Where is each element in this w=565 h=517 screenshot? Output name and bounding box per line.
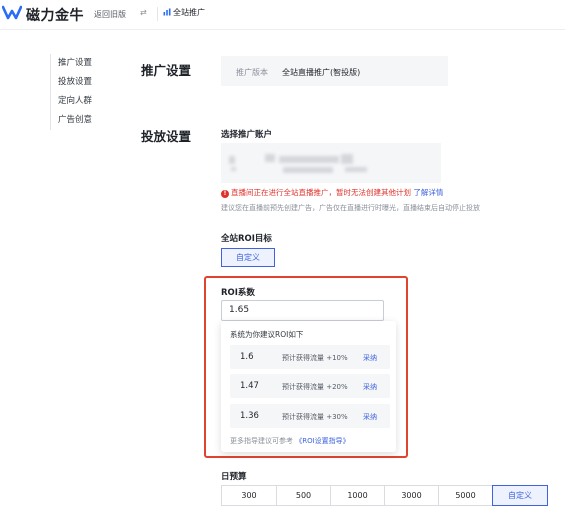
adopt-button[interactable]: 采纳 bbox=[363, 412, 377, 422]
section-title-promo-settings: 推广设置 bbox=[141, 63, 192, 78]
suggestion-desc: 预计获得流量 +30% bbox=[282, 413, 348, 421]
blurred-text bbox=[283, 167, 333, 173]
back-to-old-version-link[interactable]: 返回旧版 bbox=[94, 9, 126, 20]
section-title-delivery-settings: 投放设置 bbox=[141, 129, 192, 144]
warning-icon: ! bbox=[221, 190, 229, 198]
roi-coef-label: ROI系数 bbox=[221, 288, 255, 298]
suggestion-value: 1.36 bbox=[240, 411, 259, 421]
suggestion-title: 系统为你建议ROI如下 bbox=[230, 330, 304, 339]
hint-text: 建议您在直播前预先创建广告，广告仅在直播进行时曝光，直播结束后自动停止投放 bbox=[221, 204, 480, 212]
adopt-button[interactable]: 采纳 bbox=[363, 353, 377, 363]
warning-message: ! 直播间正在进行全站直播推广，暂时无法创建其他计划 了解详情 bbox=[221, 187, 443, 198]
roi-guide-link[interactable]: 《ROI设置指导》 bbox=[295, 437, 349, 445]
sidenav-item-creative[interactable]: 广告创意 bbox=[51, 111, 120, 130]
sidenav-item-delivery-settings[interactable]: 投放设置 bbox=[51, 73, 120, 92]
learn-more-link[interactable]: 了解详情 bbox=[413, 188, 443, 197]
suggestion-desc: 预计获得流量 +10% bbox=[282, 354, 348, 362]
suggestion-row: 1.36 预计获得流量 +30% 采纳 bbox=[230, 404, 390, 428]
divider bbox=[157, 7, 158, 21]
budget-option-500[interactable]: 500 bbox=[276, 485, 331, 506]
logo-icon bbox=[2, 5, 22, 20]
budget-option-1000[interactable]: 1000 bbox=[330, 485, 385, 506]
budget-option-custom[interactable]: 自定义 bbox=[492, 485, 548, 506]
blurred-text bbox=[231, 167, 236, 171]
blurred-text bbox=[341, 154, 353, 164]
roi-goal-label: 全站ROI目标 bbox=[221, 234, 272, 244]
blurred-text bbox=[265, 154, 275, 162]
swap-icon[interactable]: ⇄ bbox=[140, 8, 147, 17]
suggestion-row: 1.47 预计获得流量 +20% 采纳 bbox=[230, 374, 390, 398]
account-selector[interactable] bbox=[221, 143, 441, 183]
blurred-text bbox=[279, 156, 339, 163]
roi-goal-custom-button[interactable]: 自定义 bbox=[221, 248, 275, 267]
warning-text: 直播间正在进行全站直播推广，暂时无法创建其他计划 bbox=[231, 188, 411, 197]
budget-option-300[interactable]: 300 bbox=[221, 485, 277, 506]
roi-input[interactable]: 1.65 bbox=[221, 300, 384, 321]
daily-budget-options: 300 500 1000 3000 5000 自定义 bbox=[221, 485, 548, 506]
guide-text: 更多指导建议可参考 bbox=[230, 437, 293, 445]
roi-suggestion-dropdown: 系统为你建议ROI如下 1.6 预计获得流量 +10% 采纳 1.47 预计获得… bbox=[221, 321, 396, 452]
adopt-button[interactable]: 采纳 bbox=[363, 382, 377, 392]
budget-option-5000[interactable]: 5000 bbox=[438, 485, 493, 506]
suggestion-value: 1.47 bbox=[240, 381, 259, 391]
daily-budget-label: 日预算 bbox=[221, 472, 247, 482]
budget-option-3000[interactable]: 3000 bbox=[384, 485, 439, 506]
account-label: 选择推广账户 bbox=[221, 130, 273, 140]
side-nav: 推广设置 投放设置 定向人群 广告创意 bbox=[50, 54, 120, 130]
tab-full-site-promotion[interactable]: 全站推广 bbox=[163, 7, 205, 18]
version-box: 推广版本 全站直播推广(智投版) bbox=[221, 56, 448, 86]
blurred-text bbox=[229, 156, 235, 164]
tab-label: 全站推广 bbox=[173, 8, 205, 17]
suggestion-desc: 预计获得流量 +20% bbox=[282, 383, 348, 391]
blurred-text bbox=[345, 167, 367, 172]
suggestion-value: 1.6 bbox=[240, 352, 254, 362]
sidenav-item-targeting[interactable]: 定向人群 bbox=[51, 92, 120, 111]
version-label: 推广版本 bbox=[236, 68, 268, 77]
sidenav-item-promo-settings[interactable]: 推广设置 bbox=[51, 54, 120, 73]
bar-chart-icon bbox=[163, 8, 171, 16]
suggestion-row: 1.6 预计获得流量 +10% 采纳 bbox=[230, 345, 390, 369]
brand-name: 磁力金牛 bbox=[26, 8, 84, 24]
version-value: 全站直播推广(智投版) bbox=[282, 68, 361, 77]
guide-footer: 更多指导建议可参考 《ROI设置指导》 bbox=[230, 436, 350, 446]
top-bar: 磁力金牛 返回旧版 ⇄ 全站推广 bbox=[0, 0, 565, 30]
